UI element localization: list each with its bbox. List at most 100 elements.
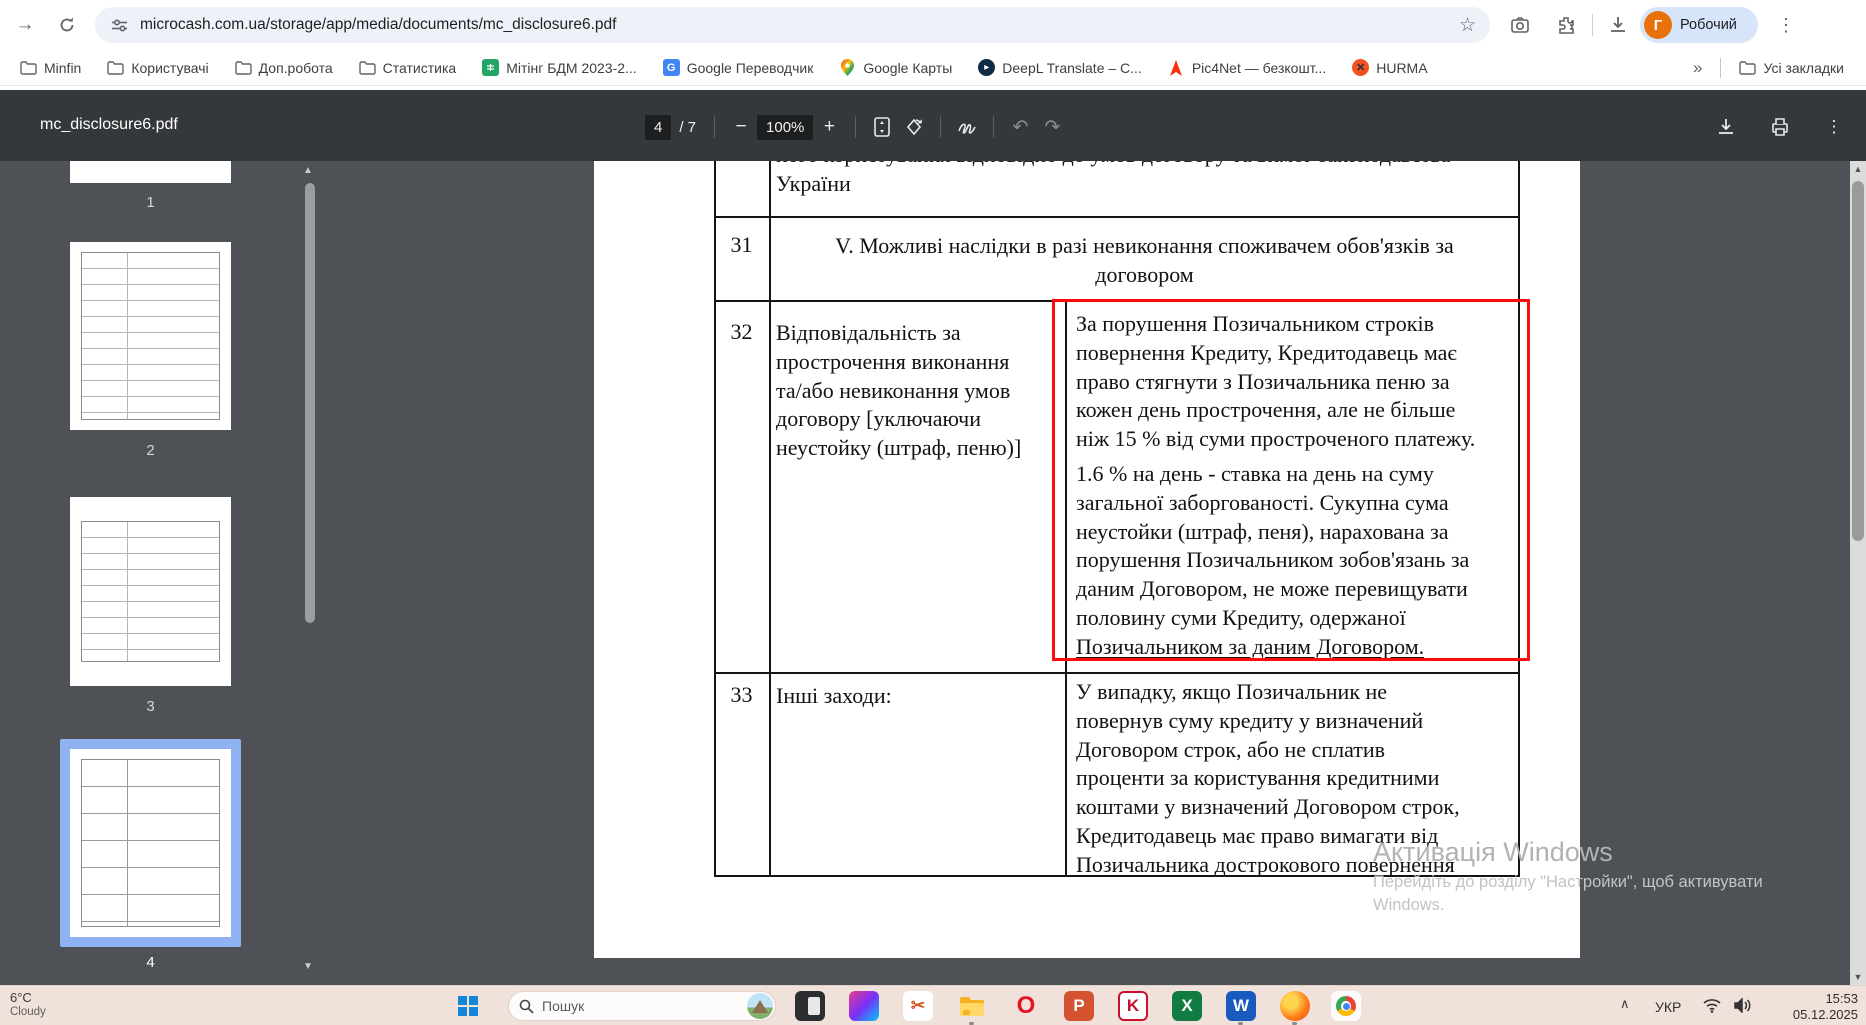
address-bar[interactable]: microcash.com.ua/storage/app/media/docum… [95, 7, 1490, 43]
wifi-icon[interactable] [1703, 998, 1721, 1013]
pic4net-icon [1168, 59, 1185, 76]
bookmark-users[interactable]: Користувачі [107, 59, 209, 76]
app-snipping-tool-icon[interactable]: ✂ [903, 991, 933, 1021]
search-icon [519, 999, 534, 1014]
pdf-download-icon[interactable] [1710, 111, 1742, 143]
pdf-filename: mc_disclosure6.pdf [40, 116, 178, 133]
bookmark-google-translate[interactable]: G Google Переводчик [662, 59, 813, 76]
scroll-down-icon[interactable]: ▼ [1850, 969, 1866, 985]
pdf-menu-kebab-icon[interactable]: ⋮ [1818, 111, 1850, 143]
app-file-explorer-icon[interactable] [957, 991, 987, 1021]
profile-name: Робочий [1680, 17, 1737, 33]
toolbar-divider [1592, 14, 1593, 36]
undo-icon[interactable]: ↶ [1004, 111, 1036, 143]
pdf-viewer: 1 2 3 4 ▲ ▼ України 31 V. Можливі наслід… [0, 161, 1866, 985]
zoom-out-button[interactable]: − [725, 111, 757, 143]
zoom-in-button[interactable]: + [813, 111, 845, 143]
site-settings-icon[interactable] [111, 17, 128, 34]
thumbnail-label-4: 4 [146, 954, 155, 971]
translate-icon: G [662, 59, 680, 76]
weather-temp: 6°C [10, 990, 32, 1005]
doc-row32-left-text: Відповідальність за прострочення виконанн… [776, 320, 1022, 461]
tray-chevron[interactable]: ∧ [1620, 996, 1630, 1012]
app-firefox-icon[interactable] [1280, 991, 1310, 1021]
profile-button[interactable]: Г Робочий [1640, 7, 1758, 43]
fit-page-icon[interactable] [866, 111, 898, 143]
reload-icon[interactable] [52, 10, 82, 40]
camera-icon[interactable] [1506, 11, 1534, 39]
app-phone-link-icon[interactable] [795, 991, 825, 1021]
browser-chrome: → microcash.com.ua/storage/app/media/doc… [0, 0, 1866, 90]
bookmark-statistics[interactable]: Статистика [358, 59, 456, 76]
tray-clock[interactable]: 15:53 05.12.2025 [1770, 991, 1858, 1022]
pdf-toolbar: mc_disclosure6.pdf 4 / 7 − 100% + ↶ ↷ ⋮ [0, 90, 1866, 161]
doc-row33-left-label: Інші заходи: [776, 683, 892, 708]
url-text[interactable]: microcash.com.ua/storage/app/media/docum… [140, 16, 1459, 34]
bookmarks-overflow-chevron[interactable]: » [1693, 58, 1702, 78]
pdf-controls: 4 / 7 − 100% + ↶ ↷ [645, 111, 1068, 143]
search-placeholder: Пошук [542, 998, 585, 1014]
activation-watermark-line3: Windows. [1373, 896, 1445, 914]
thumbnail-page-1[interactable] [70, 161, 231, 183]
app-opera-icon[interactable]: O [1011, 991, 1041, 1021]
zoom-level-input[interactable]: 100% [757, 114, 814, 140]
weather-condition: Cloudy [10, 1006, 46, 1018]
doc-clipped-row-text: ного користування відповідно до умов дог… [776, 161, 1450, 196]
bookmark-minfin[interactable]: Minfin [20, 59, 81, 76]
red-annotation-box [1052, 299, 1530, 661]
scroll-up-icon[interactable]: ▲ [1850, 161, 1866, 177]
browser-menu-kebab-icon[interactable]: ⋮ [1772, 11, 1800, 39]
annotate-pen-icon[interactable] [951, 111, 983, 143]
page-number-input[interactable]: 4 [645, 114, 672, 140]
main-scrollbar-thumb[interactable] [1852, 181, 1864, 541]
doc-row32-number: 32 [730, 319, 753, 344]
weather-widget[interactable]: 6°C Cloudy [10, 990, 46, 1020]
app-powerpoint-icon[interactable]: P [1064, 991, 1094, 1021]
sheet-icon [482, 59, 500, 76]
redo-icon[interactable]: ↷ [1036, 111, 1068, 143]
bookmark-deepl[interactable]: ▸ DeepL Translate – C... [978, 59, 1142, 76]
speaker-icon[interactable] [1733, 998, 1751, 1013]
app-creative-cloud-icon[interactable] [849, 991, 879, 1021]
downloads-icon[interactable] [1604, 11, 1632, 39]
app-chrome-icon-active[interactable] [1331, 991, 1361, 1021]
thumbnail-page-3[interactable] [70, 497, 231, 686]
bookmarks-divider [1720, 57, 1722, 78]
bookmark-google-maps[interactable]: Google Карты [839, 59, 952, 76]
maps-pin-icon [839, 59, 856, 76]
sidebar-scroll-up-icon[interactable]: ▲ [303, 165, 313, 176]
bookmark-meeting-sheet[interactable]: Мітінг БДМ 2023-2... [482, 59, 637, 76]
thumbnail-label-3: 3 [146, 698, 155, 715]
doc-row33-number: 33 [730, 682, 753, 707]
bookmark-extra-work[interactable]: Доп.робота [234, 59, 333, 76]
start-button[interactable] [453, 991, 483, 1021]
taskbar: 6°C Cloudy Пошук ✂ O P K X W ∧ УКР 15:53… [0, 985, 1866, 1025]
bookmark-hurma[interactable]: ✕ HURMA [1352, 59, 1428, 76]
doc-row31-number: 31 [730, 232, 753, 257]
taskbar-search[interactable]: Пошук [508, 991, 776, 1021]
bookmark-star-icon[interactable]: ☆ [1459, 14, 1476, 37]
sidebar-scrollbar-thumb[interactable] [305, 183, 315, 623]
tray-language[interactable]: УКР [1655, 999, 1681, 1015]
pdf-toolbar-right: ⋮ [1710, 111, 1850, 143]
app-word-icon[interactable]: W [1226, 991, 1256, 1021]
main-scrollbar[interactable]: ▲ ▼ [1850, 161, 1866, 985]
activation-watermark-title: Активація Windows [1373, 837, 1613, 867]
forward-icon[interactable]: → [10, 10, 40, 40]
doc-row31-title: V. Можливі наслідки в разі невиконання с… [835, 233, 1454, 287]
thumbnail-page-4-selected[interactable] [70, 749, 231, 937]
app-k-icon[interactable]: K [1118, 991, 1148, 1021]
search-highlight-image [747, 993, 773, 1019]
app-excel-icon[interactable]: X [1172, 991, 1202, 1021]
pdf-print-icon[interactable] [1764, 111, 1796, 143]
thumbnail-label-1: 1 [146, 194, 155, 211]
navigation-bar: → microcash.com.ua/storage/app/media/doc… [0, 0, 1866, 50]
sidebar-scroll-down-icon[interactable]: ▼ [303, 961, 313, 972]
screen: → microcash.com.ua/storage/app/media/doc… [0, 0, 1866, 1025]
rotate-icon[interactable] [898, 111, 930, 143]
all-bookmarks-button[interactable]: Усі закладки [1739, 59, 1844, 76]
thumbnail-label-2: 2 [146, 442, 155, 459]
thumbnail-page-2[interactable] [70, 242, 231, 430]
bookmark-pic4net[interactable]: Pic4Net — безкошт... [1168, 59, 1326, 76]
extensions-puzzle-icon[interactable] [1552, 11, 1580, 39]
